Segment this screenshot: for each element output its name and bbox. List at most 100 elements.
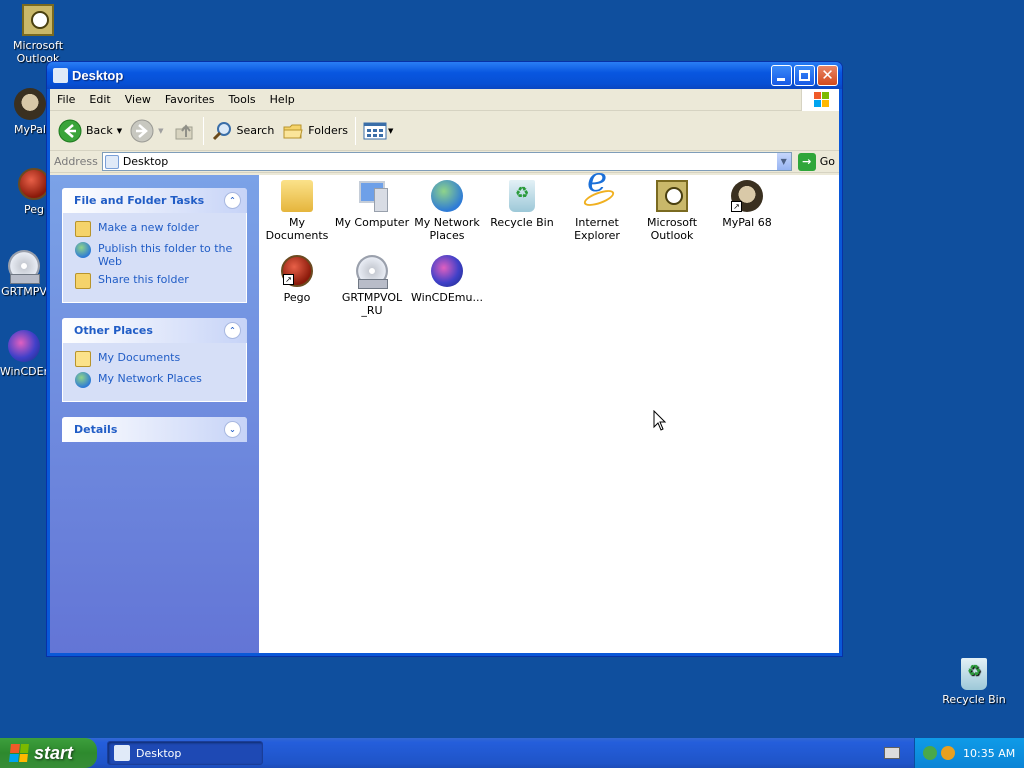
file-label: My Network Places: [414, 216, 480, 242]
menu-view[interactable]: View: [118, 93, 158, 106]
file-item-grtmpvol[interactable]: GRTMPVOL_RU: [334, 255, 410, 317]
back-button[interactable]: Back ▼: [54, 116, 126, 146]
panel-header[interactable]: File and Folder Tasks ⌃: [62, 188, 247, 213]
address-folder-icon: [104, 154, 119, 169]
menu-edit[interactable]: Edit: [82, 93, 117, 106]
file-list: My Documents My Computer My Network Plac…: [259, 174, 839, 653]
task-label: Share this folder: [98, 273, 189, 286]
forward-arrow-icon: [130, 119, 154, 142]
address-dropdown-button[interactable]: ▼: [775, 153, 791, 170]
mypal-icon: ↗: [731, 180, 763, 212]
taskbar-button-desktop[interactable]: Desktop: [107, 741, 263, 765]
menu-help[interactable]: Help: [263, 93, 302, 106]
panel-title: Details: [74, 423, 118, 436]
recycle-bin-icon: [961, 658, 987, 690]
internet-explorer-icon: [581, 174, 613, 212]
file-item-my-documents[interactable]: My Documents: [259, 180, 335, 242]
chevron-down-icon[interactable]: ▼: [117, 127, 122, 135]
window-title: Desktop: [72, 68, 124, 83]
other-places-panel: Other Places ⌃ My Documents My Network P…: [62, 318, 247, 402]
window-app-icon: [53, 68, 68, 83]
search-icon: [212, 121, 231, 140]
search-button[interactable]: Search: [207, 116, 279, 146]
place-my-documents[interactable]: My Documents: [75, 351, 236, 367]
explorer-window-icon: [114, 745, 130, 761]
panel-header[interactable]: Details ⌄: [62, 417, 247, 442]
minimize-button[interactable]: [771, 65, 792, 86]
up-folder-button[interactable]: [168, 116, 200, 146]
task-label: Make a new folder: [98, 221, 199, 234]
place-my-network-places[interactable]: My Network Places: [75, 372, 236, 388]
file-item-pego[interactable]: ↗ Pego: [259, 255, 335, 304]
menu-favorites[interactable]: Favorites: [158, 93, 222, 106]
publish-globe-icon: [75, 242, 91, 258]
go-arrow-icon: →: [797, 152, 816, 171]
start-button[interactable]: start: [0, 738, 97, 768]
windows-logo-icon: [801, 89, 839, 111]
file-item-my-network-places[interactable]: My Network Places: [409, 180, 485, 242]
go-button[interactable]: → Go: [797, 152, 835, 171]
panel-header[interactable]: Other Places ⌃: [62, 318, 247, 343]
outlook-icon: [656, 180, 688, 212]
file-label: Recycle Bin: [490, 216, 554, 229]
up-folder-icon: [175, 123, 192, 139]
menu-tools[interactable]: Tools: [222, 93, 263, 106]
search-tray-icon[interactable]: [941, 746, 955, 760]
file-item-my-computer[interactable]: My Computer: [334, 180, 410, 229]
shortcut-arrow-icon: ↗: [283, 274, 294, 285]
toolbar: Back ▼ ▼ Search Folders ▼: [50, 111, 839, 151]
file-label: Internet Explorer: [574, 216, 620, 242]
go-label: Go: [819, 155, 835, 168]
clock[interactable]: 10:35 AM: [963, 747, 1015, 760]
start-label: start: [34, 742, 74, 763]
chevron-down-icon[interactable]: ▼: [158, 127, 163, 135]
file-label: GRTMPVOL_RU: [341, 291, 403, 317]
desktop-icon-outlook[interactable]: Microsoft Outlook: [0, 4, 76, 65]
file-item-mypal[interactable]: ↗ MyPal 68: [709, 180, 785, 229]
desktop-icon-recycle-bin[interactable]: Recycle Bin: [936, 658, 1012, 706]
keyboard-icon[interactable]: [884, 747, 900, 759]
file-item-internet-explorer[interactable]: Internet Explorer: [559, 174, 635, 242]
network-places-icon: [431, 180, 463, 212]
file-item-recycle-bin[interactable]: Recycle Bin: [484, 180, 560, 229]
expand-chevron-icon[interactable]: ⌄: [224, 421, 241, 438]
task-label: Publish this folder to the Web: [98, 242, 233, 268]
system-tray: 10:35 AM: [914, 738, 1024, 768]
taskbar-task-label: Desktop: [136, 746, 182, 760]
task-publish-web[interactable]: Publish this folder to the Web: [75, 242, 236, 268]
folders-label: Folders: [308, 124, 349, 137]
task-make-new-folder[interactable]: Make a new folder: [75, 221, 236, 237]
close-button[interactable]: ✕: [817, 65, 838, 86]
menu-file[interactable]: File: [50, 93, 82, 106]
place-label: My Network Places: [98, 372, 202, 385]
network-tray-icon[interactable]: [923, 746, 937, 760]
title-bar[interactable]: Desktop ✕: [47, 62, 842, 89]
toolbar-separator: [202, 116, 204, 145]
folder-documents-icon: [281, 180, 313, 212]
task-share-folder[interactable]: Share this folder: [75, 273, 236, 289]
file-item-microsoft-outlook[interactable]: Microsoft Outlook: [634, 180, 710, 242]
folders-button[interactable]: Folders: [278, 116, 352, 146]
address-bar: Address Desktop ▼ → Go: [50, 151, 839, 173]
collapse-chevron-icon[interactable]: ⌃: [224, 322, 241, 339]
cd-drive-icon: [356, 255, 388, 289]
maximize-button[interactable]: [794, 65, 815, 86]
outlook-icon: [22, 4, 54, 36]
file-label: My Computer: [334, 216, 410, 229]
views-button[interactable]: ▼: [359, 116, 397, 146]
address-field[interactable]: Desktop ▼: [101, 152, 792, 171]
shortcut-arrow-icon: ↗: [731, 201, 742, 212]
file-item-wincdemu[interactable]: WinCDEmu...: [409, 255, 485, 304]
wincdemu-icon: [8, 330, 40, 362]
file-label: Pego: [283, 291, 311, 304]
close-icon: ✕: [821, 66, 834, 84]
mouse-cursor-icon: [653, 410, 667, 431]
share-folder-icon: [75, 273, 91, 289]
collapse-chevron-icon[interactable]: ⌃: [224, 192, 241, 209]
documents-folder-icon: [75, 351, 91, 367]
forward-button[interactable]: ▼: [126, 116, 167, 146]
chevron-down-icon[interactable]: ▼: [388, 127, 393, 135]
place-label: My Documents: [98, 351, 181, 364]
content-area: File and Folder Tasks ⌃ Make a new folde…: [50, 174, 839, 653]
task-pane: File and Folder Tasks ⌃ Make a new folde…: [50, 175, 259, 653]
